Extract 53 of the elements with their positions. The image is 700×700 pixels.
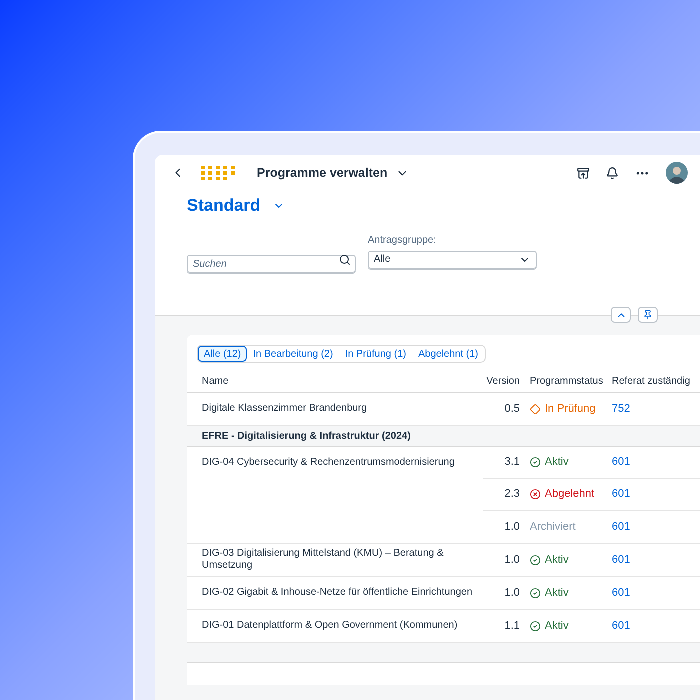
referat-link[interactable]: 601: [612, 486, 630, 503]
filter-segment[interactable]: Abgelehnt (1): [412, 346, 485, 362]
filter-segment[interactable]: Alle (12): [198, 346, 248, 362]
app-title-menu[interactable]: Programme verwalten: [257, 164, 409, 182]
column-header: Programmstatus: [529, 375, 604, 389]
status-text: Abgelehnt: [530, 486, 595, 503]
check-circle-icon: [530, 457, 541, 468]
collapse-header-button[interactable]: [611, 307, 631, 323]
name-cell-text: DIG-03 Digitalisierung Mittelstand (KMU) – Beratung & Umsetzung: [202, 548, 445, 572]
version-cell-text: 1.0: [504, 520, 520, 535]
filter-segment[interactable]: In Bearbeitung (2): [247, 346, 340, 362]
referat-link[interactable]: 752: [612, 400, 630, 418]
column-header: Referat zuständig: [612, 375, 690, 389]
referat-link[interactable]: 601: [612, 454, 630, 471]
name-cell-text: DIG-04 Cybersecurity & Rechenzentrumsmodernisierung: [202, 456, 455, 470]
check-circle-icon: [530, 554, 541, 566]
search-field[interactable]: Suchen: [187, 255, 356, 273]
referat-link[interactable]: 601: [612, 584, 630, 602]
version-cell-text: 1.0: [504, 586, 520, 601]
name-cell: Digitale Klassenzimmer Brandenburg: [202, 403, 368, 415]
group-header-row[interactable]: EFRE - Digitalisierung & Infrastruktur (2024): [187, 426, 700, 447]
pin-header-button[interactable]: [638, 307, 658, 323]
check-circle-icon: [530, 588, 541, 598]
group-select[interactable]: Alle: [368, 250, 537, 268]
referat-link[interactable]: 601: [612, 618, 630, 634]
pin-icon: [643, 310, 653, 320]
referat-link[interactable]: 601: [612, 518, 630, 536]
status-text: In Prüfung: [530, 400, 596, 418]
column-header: Name: [201, 375, 230, 389]
variant-selector[interactable]: Standard: [187, 193, 285, 218]
status-text: Archiviert: [530, 520, 576, 535]
search-icon[interactable]: [339, 254, 351, 266]
name-cell: DIG-02 Gigabit & Inhouse-Netze für öffentliche Einrichtungen: [202, 587, 473, 599]
version-cell-text: 1.0: [504, 552, 520, 568]
version-cell-text: 0.5: [504, 402, 520, 417]
version-cell-text: 1.1: [504, 618, 520, 634]
diamond-icon: [530, 404, 541, 414]
status-text: Aktiv: [530, 552, 569, 568]
status-text: Aktiv: [530, 454, 569, 471]
version-cell-text: 3.1: [504, 455, 520, 470]
filter-segment[interactable]: In Prüfung (1): [339, 346, 412, 362]
column-header: Version: [486, 375, 520, 389]
check-circle-icon: [530, 620, 541, 632]
status-text: Aktiv: [530, 618, 569, 634]
referat-link[interactable]: 601: [612, 552, 630, 568]
avatar[interactable]: [666, 162, 688, 184]
notification-icon[interactable]: [606, 166, 619, 180]
logo-icon: [201, 166, 237, 180]
filter-label: Antragsgruppe:: [368, 234, 438, 248]
status-text: Aktiv: [530, 584, 569, 602]
version-cell-text: 2.3: [504, 487, 520, 502]
x-circle-icon: [530, 489, 541, 500]
name-cell: DIG-01 Datenplattform & Open Government (Kommunen): [202, 620, 458, 632]
